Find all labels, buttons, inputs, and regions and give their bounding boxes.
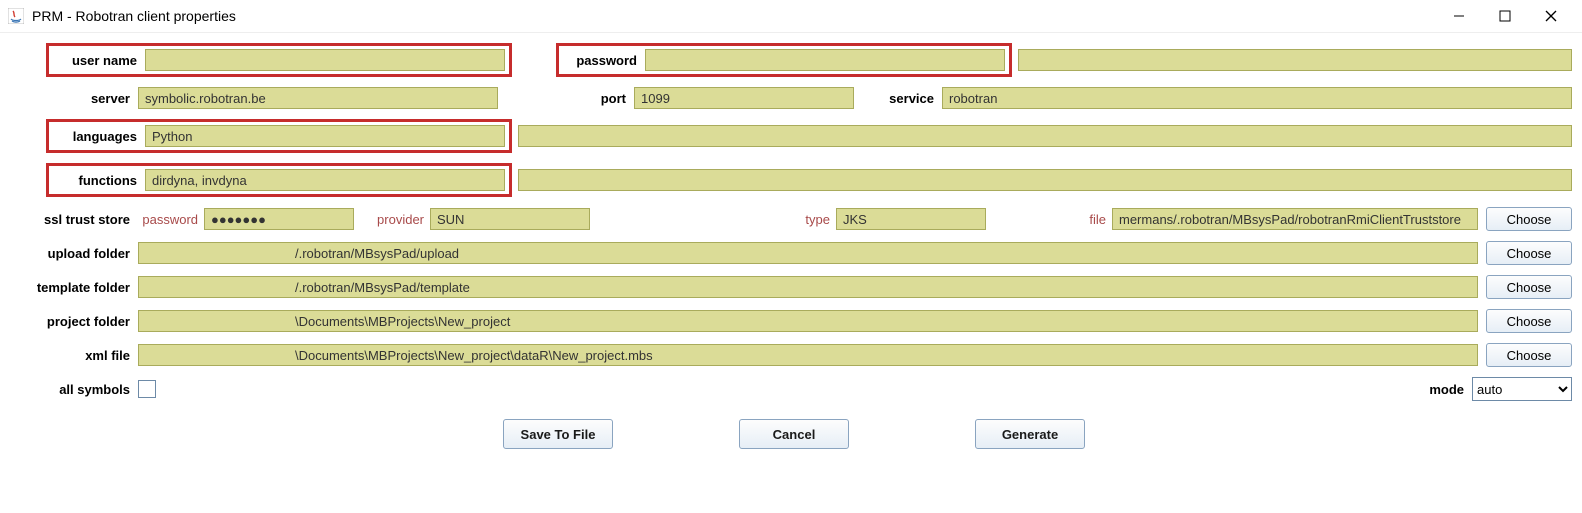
save-to-file-button[interactable]: Save To File — [503, 419, 613, 449]
user-name-highlight: user name — [46, 43, 512, 77]
ssl-trust-store-label: ssl trust store — [10, 212, 138, 227]
server-label: server — [10, 91, 138, 106]
window-title: PRM - Robotran client properties — [32, 8, 236, 24]
languages-input[interactable] — [145, 125, 505, 147]
template-folder-label: template folder — [10, 280, 138, 295]
ssl-type-input[interactable] — [836, 208, 986, 230]
window-minimize-button[interactable] — [1436, 0, 1482, 32]
password-highlight: password — [556, 43, 1012, 77]
dialog-button-row: Save To File Cancel Generate — [10, 411, 1572, 449]
window-close-button[interactable] — [1528, 0, 1574, 32]
port-label: port — [566, 91, 634, 106]
project-folder-input[interactable] — [138, 310, 1478, 332]
window-maximize-button[interactable] — [1482, 0, 1528, 32]
ssl-file-label: file — [1046, 212, 1112, 227]
generate-button[interactable]: Generate — [975, 419, 1085, 449]
client-properties-panel: user name password server port service l… — [0, 33, 1582, 465]
upload-folder-label: upload folder — [10, 246, 138, 261]
ssl-type-label: type — [770, 212, 836, 227]
upload-folder-input[interactable] — [138, 242, 1478, 264]
languages-extra-input[interactable] — [518, 125, 1572, 147]
ssl-password-label: password — [138, 212, 204, 227]
upload-folder-choose-button[interactable]: Choose — [1486, 241, 1572, 265]
template-folder-choose-button[interactable]: Choose — [1486, 275, 1572, 299]
all-symbols-checkbox[interactable] — [138, 380, 156, 398]
service-label: service — [854, 91, 942, 106]
ssl-file-choose-button[interactable]: Choose — [1486, 207, 1572, 231]
password-extra-input[interactable] — [1018, 49, 1572, 71]
ssl-provider-label: provider — [364, 212, 430, 227]
window-titlebar: PRM - Robotran client properties — [0, 0, 1582, 33]
functions-input[interactable] — [145, 169, 505, 191]
ssl-provider-input[interactable] — [430, 208, 590, 230]
all-symbols-label: all symbols — [10, 382, 138, 397]
user-name-input[interactable] — [145, 49, 505, 71]
xml-file-input[interactable] — [138, 344, 1478, 366]
functions-label: functions — [53, 173, 145, 188]
password-label: password — [563, 53, 645, 68]
password-input[interactable] — [645, 49, 1005, 71]
mode-label: mode — [1414, 382, 1472, 397]
languages-label: languages — [53, 129, 145, 144]
service-input[interactable] — [942, 87, 1572, 109]
template-folder-input[interactable] — [138, 276, 1478, 298]
functions-highlight: functions — [46, 163, 512, 197]
user-name-label: user name — [53, 53, 145, 68]
server-input[interactable] — [138, 87, 498, 109]
ssl-password-input[interactable] — [204, 208, 354, 230]
java-app-icon — [8, 8, 24, 24]
project-folder-label: project folder — [10, 314, 138, 329]
functions-extra-input[interactable] — [518, 169, 1572, 191]
ssl-file-input[interactable] — [1112, 208, 1478, 230]
xml-file-label: xml file — [10, 348, 138, 363]
port-input[interactable] — [634, 87, 854, 109]
cancel-button[interactable]: Cancel — [739, 419, 849, 449]
xml-file-choose-button[interactable]: Choose — [1486, 343, 1572, 367]
mode-select[interactable]: auto — [1472, 377, 1572, 401]
languages-highlight: languages — [46, 119, 512, 153]
project-folder-choose-button[interactable]: Choose — [1486, 309, 1572, 333]
